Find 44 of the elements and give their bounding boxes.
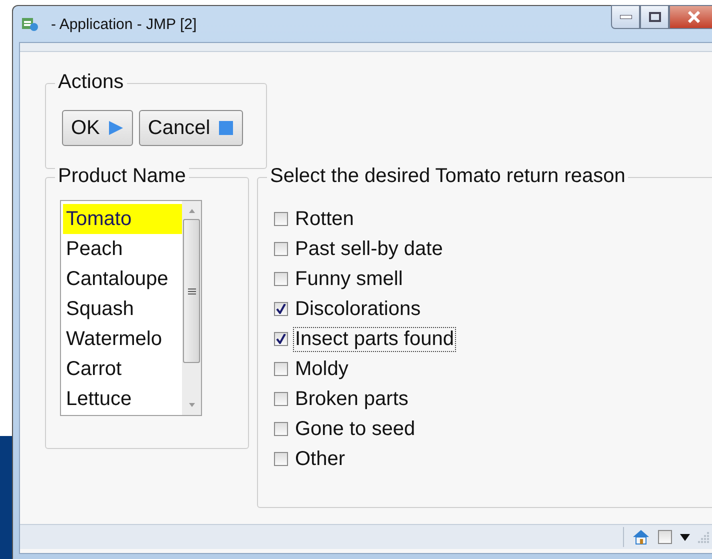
app-icon [21, 15, 39, 33]
product-list[interactable]: Tomato Peach Cantaloupe Squash Watermelo Carrot Lettuce [60, 200, 202, 416]
list-item[interactable]: Tomato [63, 204, 182, 234]
checkbox[interactable] [274, 212, 288, 226]
dropdown-arrow-icon[interactable] [680, 534, 690, 540]
list-item[interactable]: Squash [63, 294, 182, 324]
checkbox[interactable] [274, 332, 288, 346]
checkbox[interactable] [274, 422, 288, 436]
resize-grip-icon[interactable] [698, 531, 710, 543]
checkbox-label[interactable]: Rotten [293, 206, 356, 232]
checkbox-label[interactable]: Funny smell [293, 266, 405, 292]
checkbox[interactable] [274, 242, 288, 256]
stop-icon [218, 120, 234, 136]
checkbox-label[interactable]: Moldy [293, 356, 350, 382]
close-icon [687, 11, 701, 23]
close-button[interactable] [669, 5, 712, 29]
scrollbar[interactable] [182, 201, 201, 415]
minimize-icon [620, 15, 632, 19]
list-item[interactable]: Cantaloupe [63, 264, 182, 294]
checkbox[interactable] [274, 302, 288, 316]
list-item[interactable]: Watermelo [63, 324, 182, 354]
checkbox[interactable] [274, 362, 288, 376]
checkbox-label[interactable]: Discolorations [293, 296, 423, 322]
checkbox[interactable] [274, 272, 288, 286]
maximize-icon [648, 12, 660, 22]
checkbox-label[interactable]: Gone to seed [293, 416, 418, 442]
checkbox[interactable] [274, 452, 288, 466]
checkbox[interactable] [658, 530, 672, 544]
home-icon[interactable] [632, 529, 650, 545]
list-item[interactable]: Peach [63, 234, 182, 264]
play-icon [108, 120, 124, 136]
checkbox-label[interactable]: Broken parts [293, 386, 410, 412]
checkbox[interactable] [274, 392, 288, 406]
action-button[interactable]: Cancel [138, 110, 244, 146]
scroll-thumb[interactable] [183, 219, 200, 363]
checkbox-label[interactable]: Past sell-by date [293, 236, 445, 262]
checkbox-label[interactable]: Insect parts found [293, 326, 456, 352]
checkbox-label[interactable]: Other [293, 446, 348, 472]
maximize-button[interactable] [640, 5, 669, 29]
list-item[interactable]: Carrot [63, 354, 182, 384]
window-title: - Application - JMP [2] [51, 16, 197, 32]
list-item[interactable]: Lettuce [63, 384, 182, 414]
action-button[interactable]: OK [62, 110, 133, 146]
minimize-button[interactable] [611, 5, 640, 29]
